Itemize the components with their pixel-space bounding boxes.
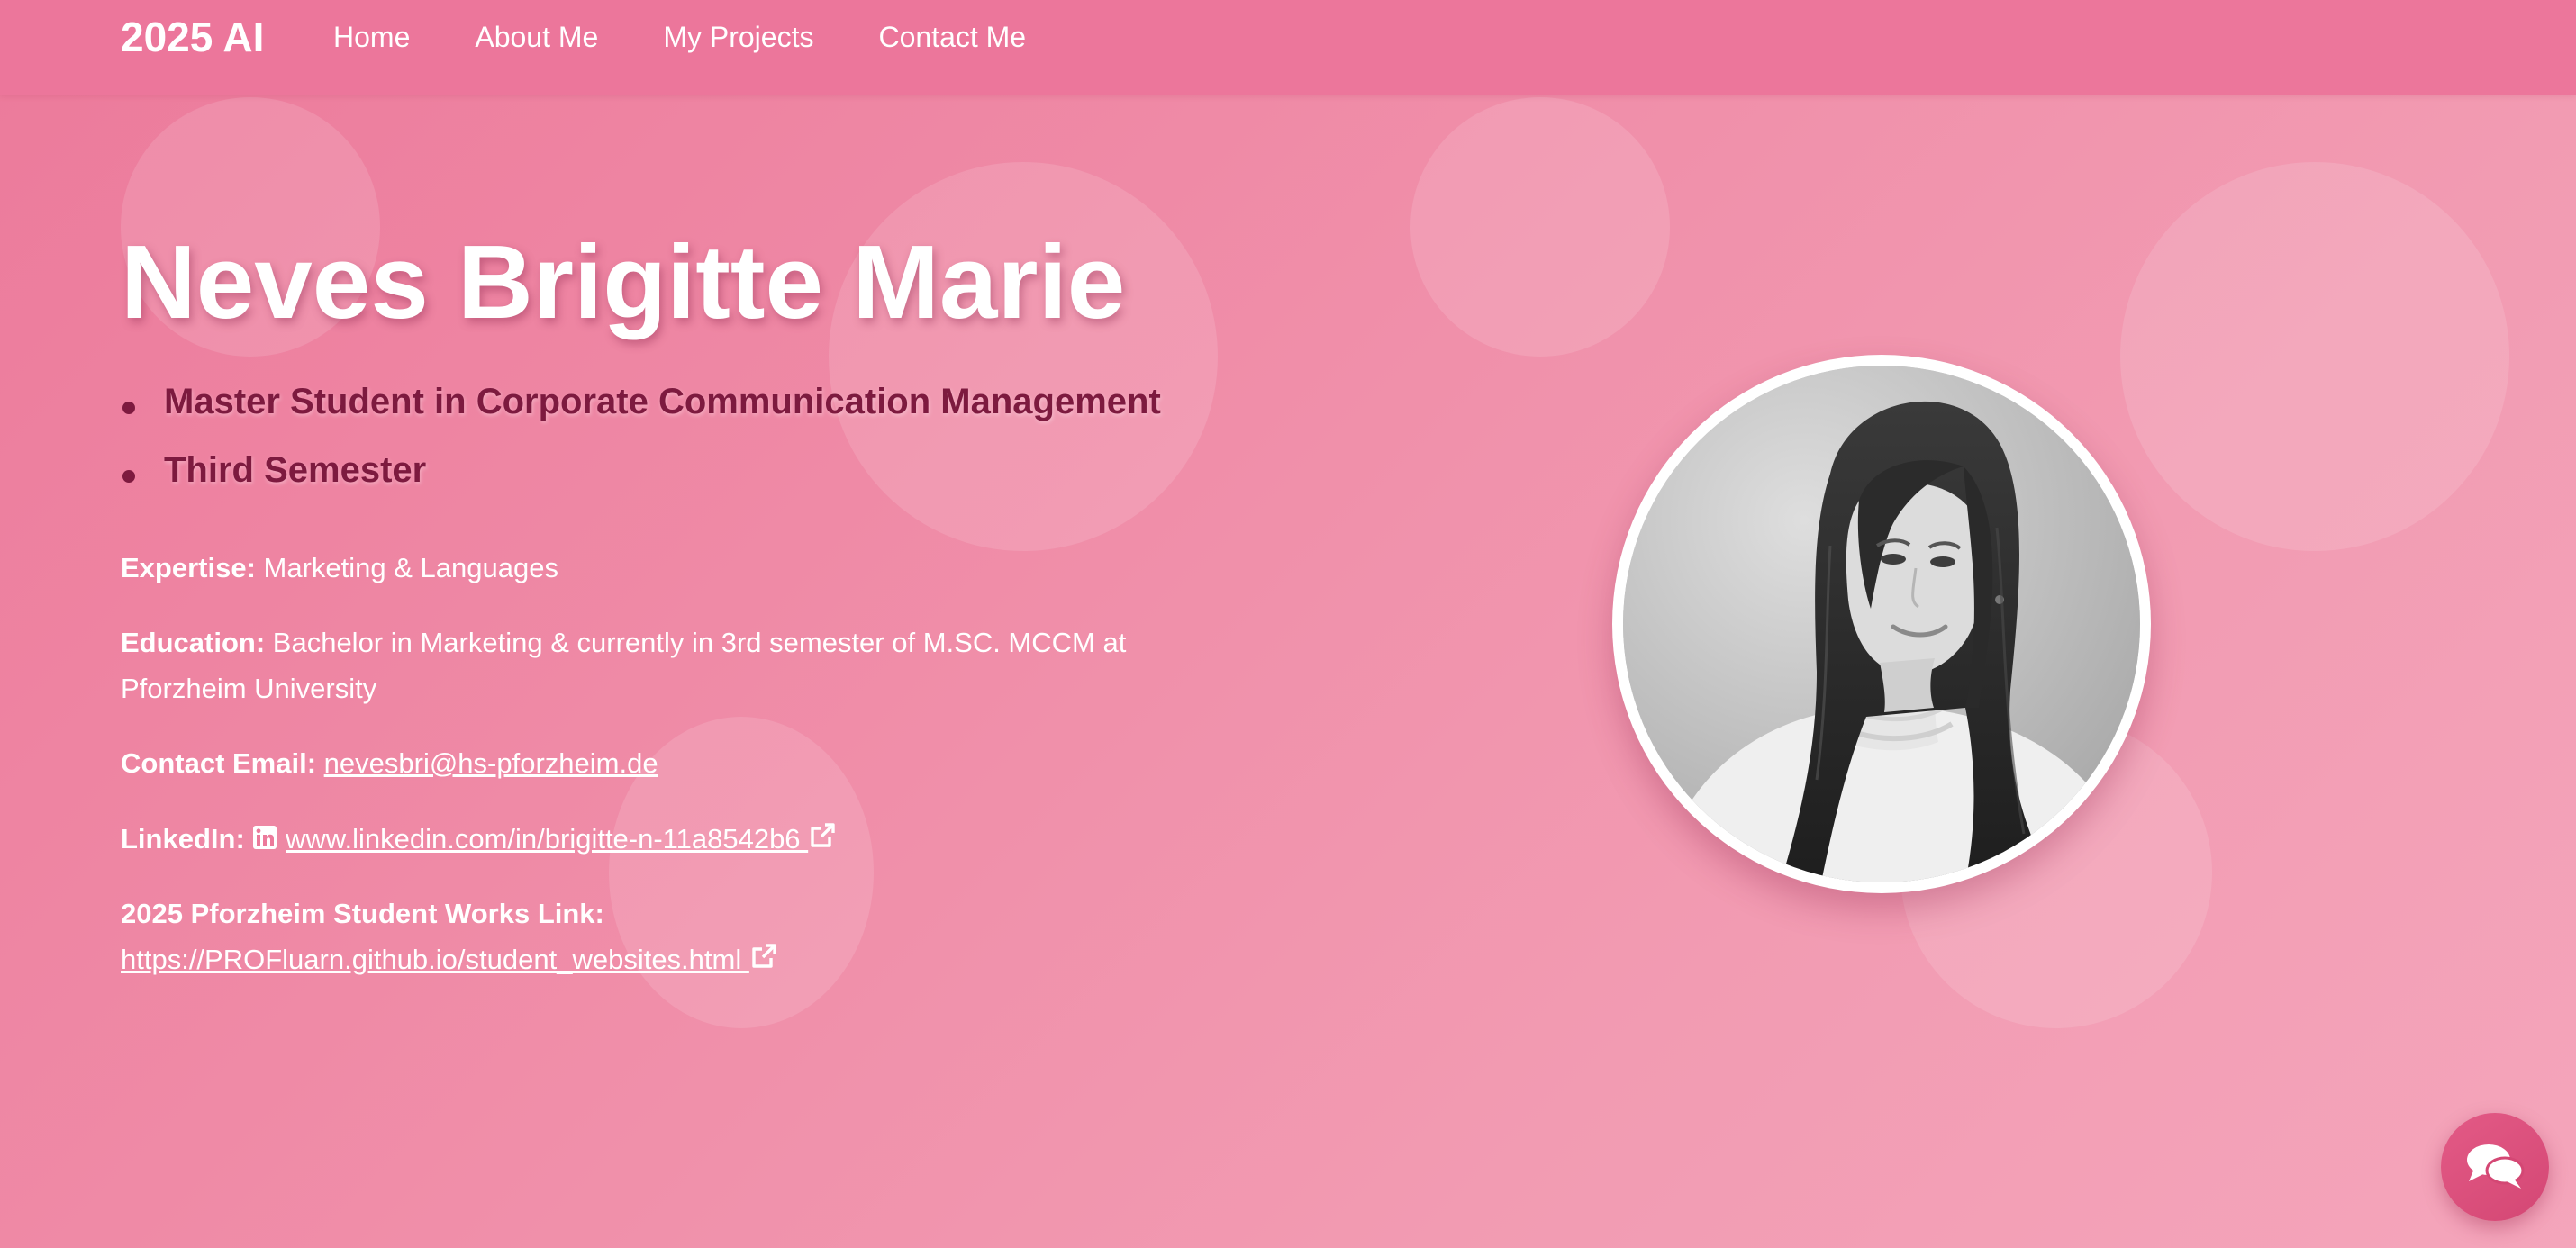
role-item: Third Semester: [121, 447, 1161, 493]
education-label: Education:: [121, 627, 266, 658]
email-link[interactable]: nevesbri@hs-pforzheim.de: [324, 747, 658, 779]
portrait-image: [1623, 366, 2140, 882]
chat-bubbles-icon: [2465, 1142, 2525, 1197]
nav-link-about-me[interactable]: About Me: [475, 18, 598, 56]
chat-button[interactable]: [2441, 1113, 2549, 1221]
background-bubble: [1410, 97, 1670, 357]
expertise-value: Marketing & Languages: [255, 552, 558, 583]
profile-photo: [1612, 355, 2151, 893]
nav-links: Home About Me My Projects Contact Me: [333, 18, 1026, 56]
nav-link-contact-me[interactable]: Contact Me: [878, 18, 1026, 56]
nav-link-home[interactable]: Home: [333, 18, 410, 56]
role-label: Third Semester: [164, 450, 427, 490]
linkedin-line: LinkedIn: www.linkedin.com/in/brigitte-n…: [121, 816, 1229, 864]
expertise-label: Expertise:: [121, 552, 256, 583]
linkedin-icon: [252, 818, 277, 864]
nav-link-my-projects[interactable]: My Projects: [663, 18, 813, 56]
expertise-line: Expertise: Marketing & Languages: [121, 545, 1229, 591]
bullet-dot-icon: [122, 402, 135, 414]
bullet-dot-icon: [122, 470, 135, 483]
education-line: Education: Bachelor in Marketing & curre…: [121, 619, 1229, 711]
student-works-label: 2025 Pforzheim Student Works Link:: [121, 898, 604, 929]
role-list: Master Student in Corporate Communicatio…: [121, 378, 1161, 515]
email-line: Contact Email: nevesbri@hs-pforzheim.de: [121, 740, 1229, 786]
brand-logo[interactable]: 2025 AI: [121, 13, 264, 61]
external-link-icon[interactable]: [749, 938, 778, 984]
student-works-line: 2025 Pforzheim Student Works Link: https…: [121, 891, 1057, 984]
page-title: Neves Brigitte Marie: [121, 223, 1126, 340]
education-value: Bachelor in Marketing & currently in 3rd…: [121, 627, 1127, 704]
student-works-link[interactable]: https://PROFluarn.github.io/student_webs…: [121, 944, 749, 975]
external-link-icon[interactable]: [808, 818, 837, 864]
linkedin-label: LinkedIn:: [121, 823, 245, 855]
top-navbar: 2025 AI Home About Me My Projects Contac…: [0, 0, 2576, 95]
role-item: Master Student in Corporate Communicatio…: [121, 378, 1161, 425]
linkedin-link[interactable]: www.linkedin.com/in/brigitte-n-11a8542b6: [286, 823, 808, 855]
background-bubble: [2120, 162, 2509, 551]
email-label: Contact Email:: [121, 747, 317, 779]
role-label: Master Student in Corporate Communicatio…: [164, 382, 1161, 421]
